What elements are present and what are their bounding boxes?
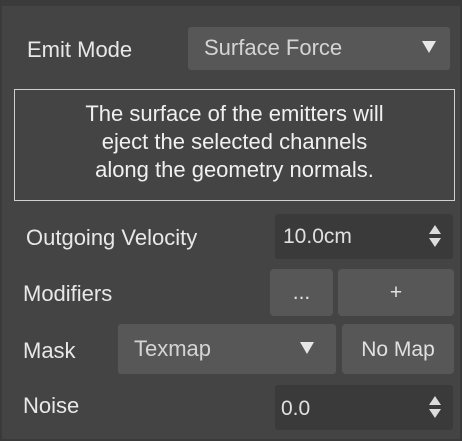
add-modifier-button[interactable]: + [338,269,454,316]
noise-value[interactable]: 0.0 [281,396,310,422]
noise-spinner[interactable]: 0.0 [275,385,453,430]
mask-label: Mask [23,338,76,363]
chevron-down-icon [422,41,436,53]
outgoing-velocity-label: Outgoing Velocity [26,225,198,250]
description-line: along the geometry normals. [95,157,374,182]
modifiers-label: Modifiers [23,281,113,306]
description-line: The surface of the emitters will [85,101,384,126]
description-line: eject the selected channels [101,129,368,154]
noise-label: Noise [23,393,80,418]
emit-mode-value: Surface Force [204,35,343,60]
chevron-down-icon [300,342,314,354]
mask-map-button[interactable]: No Map [342,324,454,374]
mask-type-value: Texmap [134,336,212,361]
emit-mode-dropdown[interactable]: Surface Force [188,27,450,70]
outgoing-velocity-value[interactable]: 10.0cm [283,224,352,250]
spinner-arrows-icon[interactable] [429,396,443,420]
mask-type-dropdown[interactable]: Texmap [118,324,336,374]
outgoing-velocity-spinner[interactable]: 10.0cm [275,214,453,259]
emit-mode-description: The surface of the emitters will eject t… [14,89,455,201]
spinner-arrows-icon[interactable] [429,225,443,249]
emit-mode-label: Emit Mode [27,37,133,62]
modifiers-more-button[interactable]: ... [270,269,333,316]
